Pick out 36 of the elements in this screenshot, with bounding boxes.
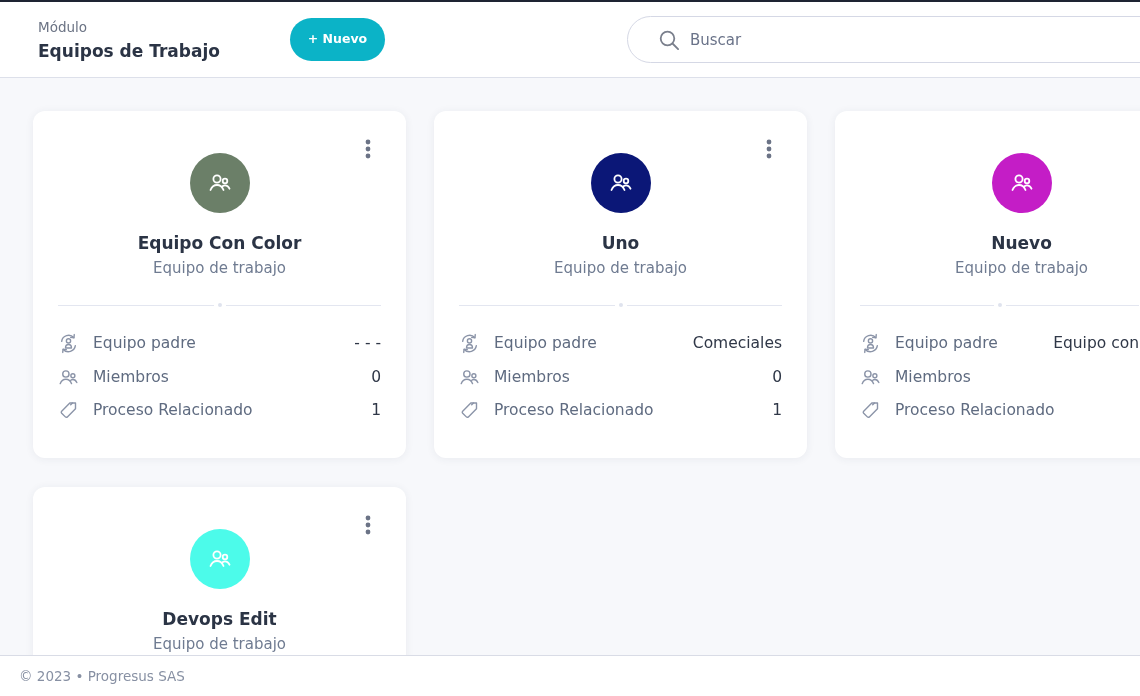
team-name: Equipo Con Color: [137, 232, 302, 255]
field-value: 1: [772, 400, 782, 422]
team-name: Nuevo: [991, 232, 1052, 255]
field-value: 0: [371, 366, 381, 388]
search-field[interactable]: Buscar: [627, 16, 1140, 63]
field-label: Miembros: [494, 366, 570, 388]
field-label: Equipo padre: [895, 333, 998, 355]
field-value: 0: [772, 366, 782, 388]
person-sync-icon: [58, 333, 79, 355]
team-type: Equipo de trabajo: [153, 634, 286, 654]
new-button[interactable]: + Nuevo: [290, 18, 385, 61]
field-value: - - -: [354, 333, 381, 355]
team-type: Equipo de trabajo: [955, 258, 1088, 278]
field-value: 1: [371, 400, 381, 422]
module-label: Módulo: [38, 19, 88, 35]
field-label: Proceso Relacionado: [895, 400, 1055, 422]
team-name: Devops Edit: [162, 608, 277, 631]
search-icon: [659, 29, 679, 50]
field-label: Equipo padre: [494, 333, 597, 355]
field-label: Equipo padre: [93, 333, 196, 355]
team-type: Equipo de trabajo: [554, 258, 687, 278]
field-label: Miembros: [93, 366, 169, 388]
field-value: Equipo con: [1053, 333, 1139, 355]
field-label: Proceso Relacionado: [494, 400, 654, 422]
team-type: Equipo de trabajo: [153, 258, 286, 278]
copyright-text: © 2023 • Progresus SAS: [19, 666, 185, 686]
field-label: Proceso Relacionado: [93, 400, 253, 422]
person-sync-icon: [860, 333, 881, 355]
field-value: Comeciales: [692, 333, 782, 355]
more-options-icon[interactable]: [766, 139, 772, 159]
team-name: Uno: [601, 232, 640, 255]
more-options-icon[interactable]: [365, 515, 371, 535]
field-label: Miembros: [895, 366, 971, 388]
more-options-icon[interactable]: [365, 139, 371, 159]
page-title: Equipos de Trabajo: [38, 40, 220, 62]
person-sync-icon: [459, 333, 480, 355]
